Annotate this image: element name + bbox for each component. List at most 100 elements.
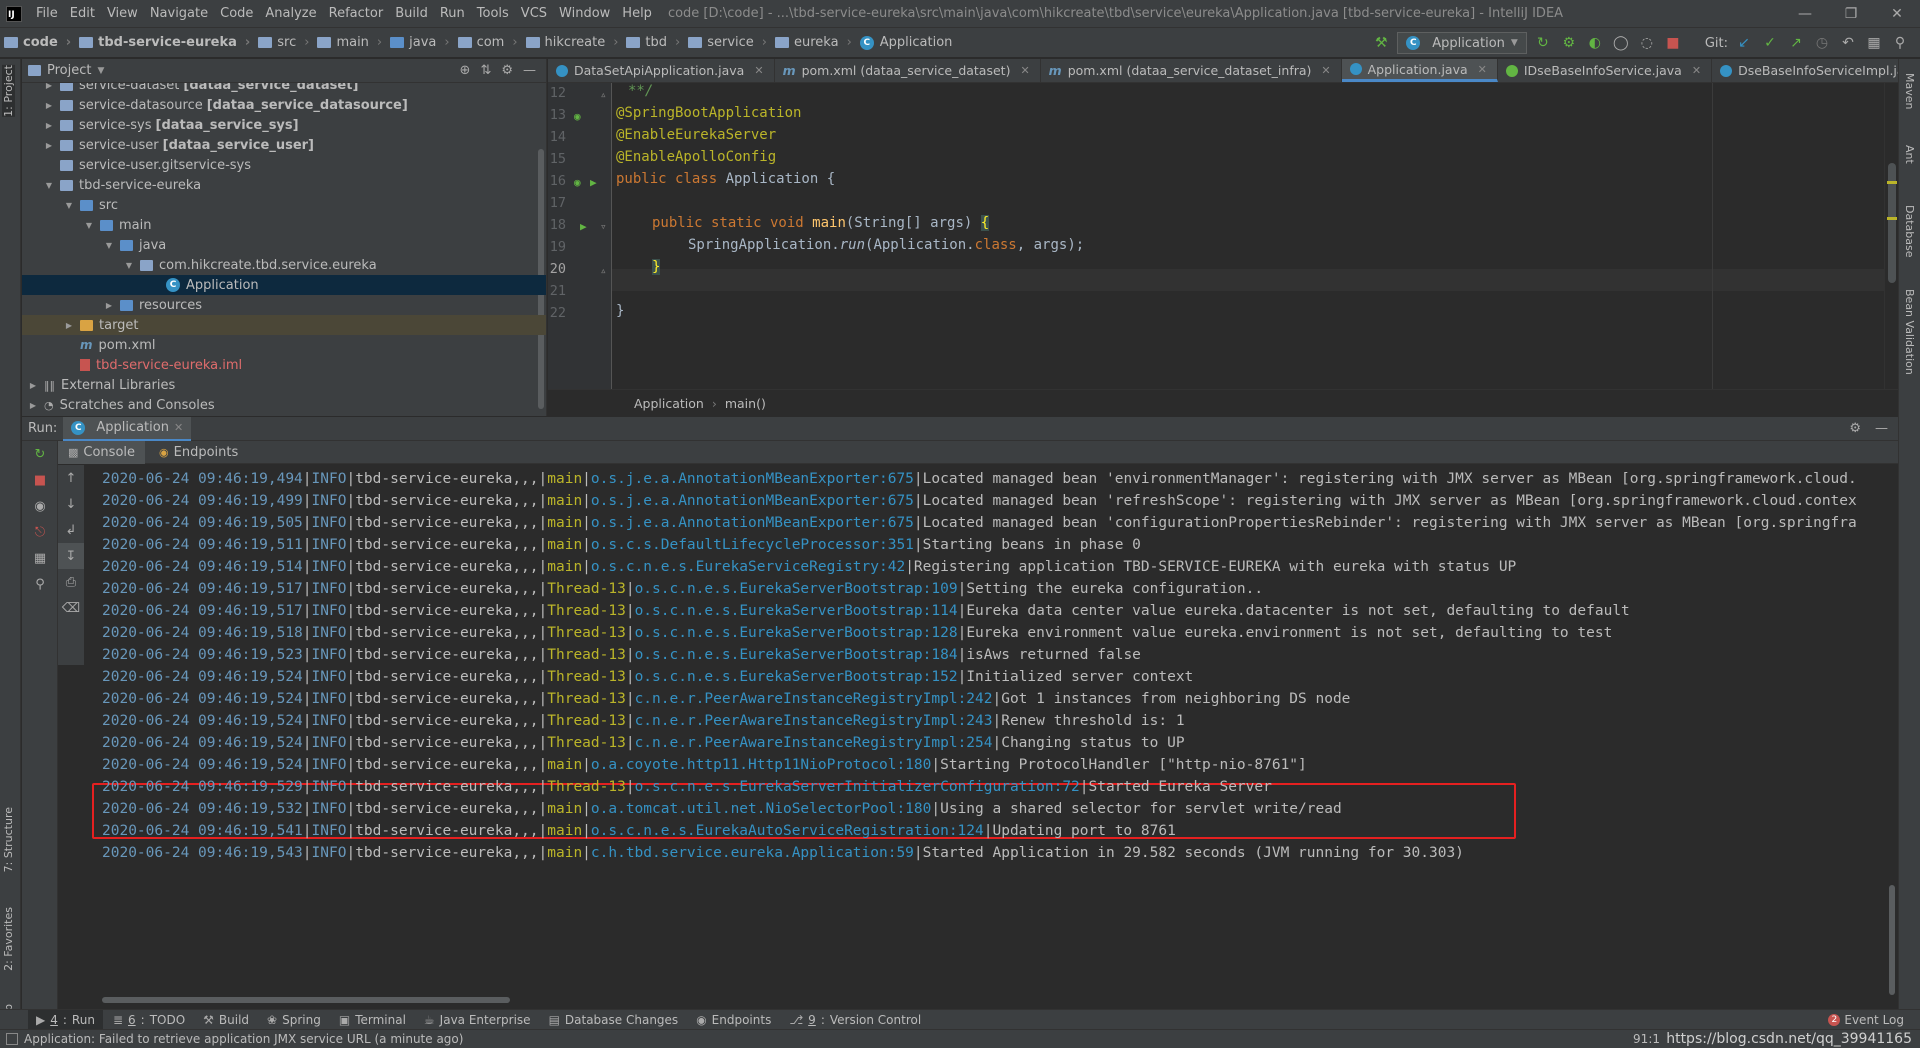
fold-icon[interactable]: ▵ (600, 264, 612, 277)
rerun-icon[interactable]: ↻ (1533, 33, 1553, 53)
gear-icon[interactable]: ⚙ (1849, 421, 1861, 436)
menu-view[interactable]: View (101, 0, 144, 28)
tool-tab-build[interactable]: ⚒ Build (195, 1010, 257, 1030)
code-view[interactable]: 12 13 14 15 16 17 18 19 20 21 22 ◉ ◉ ▶ ▶ ▿ ▵ ▵ **/ @Sprin… (548, 83, 1898, 389)
tree-item[interactable]: ▶ service-sys [dataa_service_sys] (22, 115, 546, 135)
bean-validation-tool-tab[interactable]: Bean Validation (1903, 289, 1916, 375)
soft-wrap-icon[interactable]: ↲ (58, 517, 84, 543)
expanded-arrow-icon[interactable]: ▼ (124, 260, 134, 270)
editor-tab[interactable]: IDseBaseInfoService.java ✕ (1498, 59, 1713, 82)
breadcrumb-item[interactable]: hikcreate › (522, 28, 623, 58)
tree-item[interactable]: ▶ resources (22, 295, 546, 315)
run-gutter-icon[interactable]: ▶ (590, 176, 602, 189)
run-tab-application[interactable]: C Application ✕ (63, 416, 192, 441)
run-configuration-select[interactable]: C Application ▼ (1397, 32, 1527, 54)
stop-icon[interactable]: ■ (1663, 33, 1683, 53)
menu-vcs[interactable]: VCS (515, 0, 553, 28)
collapsed-arrow-icon[interactable]: ▶ (44, 83, 54, 90)
crumb-method[interactable]: main() (725, 396, 766, 411)
tree-item[interactable]: ▼ java (22, 235, 546, 255)
hide-panel-icon[interactable]: — (1875, 421, 1888, 436)
menu-analyze[interactable]: Analyze (259, 0, 322, 28)
breadcrumb-item[interactable]: C Application (856, 28, 957, 58)
rollback-icon[interactable]: ↶ (1838, 33, 1858, 53)
console-output[interactable]: 2020-06-24 09:46:19,494|INFO|tbd-service… (84, 465, 1898, 1005)
tree-item[interactable]: ▶ target (22, 315, 546, 335)
search-icon[interactable]: ⚲ (1890, 33, 1910, 53)
collapsed-arrow-icon[interactable]: ▶ (64, 320, 74, 330)
collapse-all-icon[interactable]: ⇅ (480, 63, 491, 78)
debug-icon[interactable]: ⚙ (1559, 33, 1579, 53)
tree-item[interactable]: ▶ service-user [dataa_service_user] (22, 135, 546, 155)
tree-item[interactable]: ▶ ◔ Scratches and Consoles (22, 395, 546, 415)
expanded-arrow-icon[interactable]: ▼ (64, 200, 74, 210)
exit-icon[interactable]: ⎋ (22, 519, 58, 545)
trash-icon[interactable]: ⌫ (58, 595, 84, 621)
editor-tab[interactable]: m pom.xml (dataa_service_dataset) ✕ (775, 59, 1041, 82)
breadcrumb-item[interactable]: src › (254, 28, 313, 58)
restore-icon[interactable]: ❐ (1828, 0, 1874, 28)
tree-item[interactable]: service-user.gitservice-sys (22, 155, 546, 175)
close-icon[interactable]: ✕ (1478, 63, 1487, 76)
chevron-down-icon[interactable]: ▼ (97, 66, 104, 76)
tree-item[interactable]: tbd-service-eureka.iml (22, 355, 546, 375)
menu-code[interactable]: Code (214, 0, 259, 28)
tool-tab-terminal[interactable]: ▣ Terminal (331, 1010, 414, 1030)
fold-icon[interactable]: ▿ (600, 220, 612, 233)
menu-run[interactable]: Run (434, 0, 471, 28)
caret-position[interactable]: 91:1 (1633, 1032, 1660, 1046)
tree-item[interactable]: m pom.xml (22, 335, 546, 355)
history-icon[interactable]: ◷ (1812, 33, 1832, 53)
editor-tab[interactable]: DataSetApiApplication.java ✕ (548, 59, 775, 82)
breadcrumb-item[interactable]: service › (684, 28, 771, 58)
rerun-icon[interactable]: ↻ (22, 441, 58, 467)
collapsed-arrow-icon[interactable]: ▶ (28, 380, 38, 390)
breadcrumb-item[interactable]: main › (313, 28, 386, 58)
tool-tab-java-enterprise[interactable]: ☕ Java Enterprise (416, 1010, 539, 1030)
console-tab[interactable]: ▩ Console (58, 440, 146, 464)
tree-item[interactable]: C Application (22, 275, 546, 295)
gear-icon[interactable]: ⚙ (501, 63, 513, 78)
git-push-icon[interactable]: ↗ (1786, 33, 1806, 53)
menu-navigate[interactable]: Navigate (144, 0, 214, 28)
collapsed-arrow-icon[interactable]: ▶ (44, 100, 54, 110)
collapsed-arrow-icon[interactable]: ▶ (104, 300, 114, 310)
expanded-arrow-icon[interactable]: ▼ (84, 220, 94, 230)
database-tool-tab[interactable]: Database (1903, 205, 1916, 258)
menu-build[interactable]: Build (389, 0, 434, 28)
git-commit-icon[interactable]: ✓ (1760, 33, 1780, 53)
menu-edit[interactable]: Edit (64, 0, 101, 28)
editor-tab[interactable]: Application.java ✕ (1341, 59, 1498, 82)
tree-item[interactable]: ▼ tbd-service-eureka (22, 175, 546, 195)
close-icon[interactable]: ✕ (174, 421, 183, 434)
breadcrumb-item[interactable]: tbd › (622, 28, 684, 58)
editor-scrollbar[interactable] (1884, 83, 1898, 389)
run-gutter-icon[interactable]: ▶ (580, 220, 592, 233)
breadcrumb-item[interactable]: java › (386, 28, 453, 58)
tool-tab-spring[interactable]: ❀ Spring (259, 1010, 329, 1030)
build-hammer-icon[interactable]: ⚒ (1371, 33, 1391, 53)
tree-item[interactable]: ▼ com.hikcreate.tbd.service.eureka (22, 255, 546, 275)
favorites-tool-tab[interactable]: 2: Favorites (2, 907, 15, 971)
collapsed-arrow-icon[interactable]: ▶ (44, 140, 54, 150)
up-arrow-icon[interactable]: ↑ (58, 465, 84, 491)
event-log-button[interactable]: 2 Event Log (1828, 1010, 1904, 1030)
tree-item[interactable]: ▼ main (22, 215, 546, 235)
menu-file[interactable]: File (30, 0, 64, 28)
tree-item[interactable]: ▶ service-datasource [dataa_service_dataso… (22, 95, 546, 115)
tool-tab-database-changes[interactable]: ▤ Database Changes (541, 1010, 687, 1030)
tool-tab-endpoints[interactable]: ◉ Endpoints (688, 1010, 779, 1030)
breadcrumb-item[interactable]: code › (0, 28, 75, 58)
collapsed-arrow-icon[interactable]: ▶ (44, 120, 54, 130)
close-icon[interactable]: ✕ (1692, 64, 1701, 77)
layout-icon[interactable]: ▦ (22, 545, 58, 571)
status-toggle-icon[interactable] (6, 1033, 18, 1045)
hide-panel-icon[interactable]: — (523, 63, 536, 78)
console-vscrollbar[interactable] (1886, 465, 1898, 1005)
close-icon[interactable]: ✕ (1874, 0, 1920, 28)
crumb-class[interactable]: Application (634, 396, 704, 411)
ant-tool-tab[interactable]: Ant (1903, 145, 1916, 164)
spring-bean-icon[interactable]: ◉ (574, 110, 586, 123)
camera-icon[interactable]: ◉ (22, 493, 58, 519)
fold-icon[interactable]: ▵ (600, 88, 612, 101)
